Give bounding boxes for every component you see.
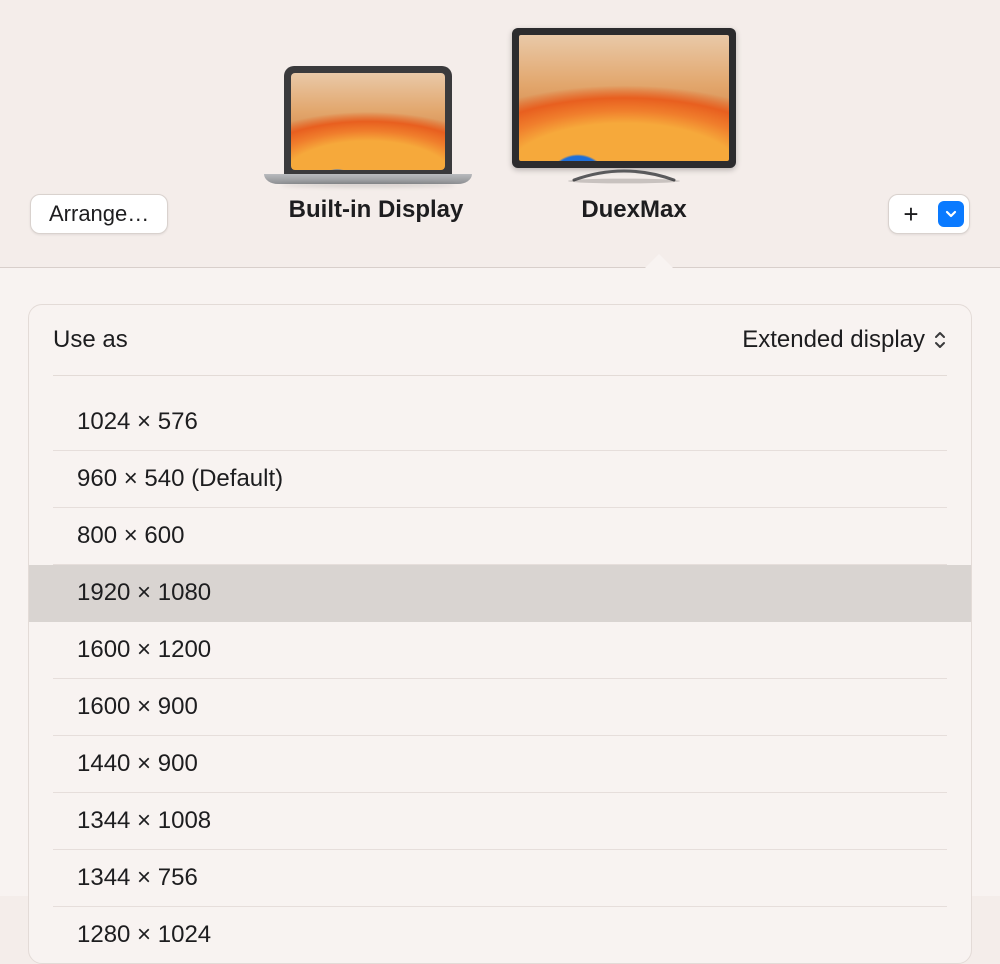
resolution-option[interactable]: 1280 × 1024 (53, 907, 947, 963)
laptop-icon (284, 66, 452, 174)
arrange-button-label: Arrange… (49, 201, 149, 227)
use-as-value: Extended display (742, 326, 925, 354)
resolution-option[interactable]: 1600 × 1200 (53, 622, 947, 679)
monitor-stand-icon (564, 168, 684, 184)
display-icons-row (0, 28, 1000, 184)
resolution-option[interactable]: 800 × 600 (53, 508, 947, 565)
resolution-option[interactable]: 1440 × 900 (53, 736, 947, 793)
selected-display-indicator (645, 254, 673, 268)
displays-header: Built-in Display DuexMax Arrange… + (0, 0, 1000, 268)
resolution-option[interactable]: 1600 × 900 (53, 679, 947, 736)
use-as-label: Use as (53, 326, 128, 354)
resolution-option[interactable]: 1344 × 1008 (53, 793, 947, 850)
use-as-row: Use as Extended display (29, 305, 971, 375)
monitor-icon (512, 28, 736, 168)
add-display-menu-button[interactable] (933, 195, 969, 233)
wallpaper-icon (291, 73, 445, 170)
settings-area: Use as Extended display 1024 × 576960 × … (0, 268, 1000, 896)
resolution-list: 1024 × 576960 × 540 (Default)800 × 60019… (29, 376, 971, 963)
chevron-down-icon (938, 201, 964, 227)
wallpaper-icon (519, 35, 729, 161)
external-display-thumbnail[interactable] (512, 28, 736, 184)
arrange-button[interactable]: Arrange… (30, 194, 168, 234)
external-display-label: DuexMax (544, 196, 724, 224)
display-settings-panel: Use as Extended display 1024 × 576960 × … (28, 304, 972, 964)
resolution-option[interactable]: 1920 × 1080 (29, 565, 971, 622)
add-display-control: + (888, 194, 970, 234)
resolution-option[interactable]: 960 × 540 (Default) (53, 451, 947, 508)
add-display-button[interactable]: + (889, 195, 933, 233)
up-down-chevron-icon (933, 330, 947, 350)
builtin-display-label: Built-in Display (276, 196, 476, 224)
resolution-option[interactable]: 1024 × 576 (53, 394, 947, 451)
plus-icon: + (903, 199, 918, 230)
use-as-popup-button[interactable]: Extended display (742, 326, 947, 354)
resolution-option[interactable]: 1344 × 756 (53, 850, 947, 907)
builtin-display-thumbnail[interactable] (264, 66, 472, 184)
